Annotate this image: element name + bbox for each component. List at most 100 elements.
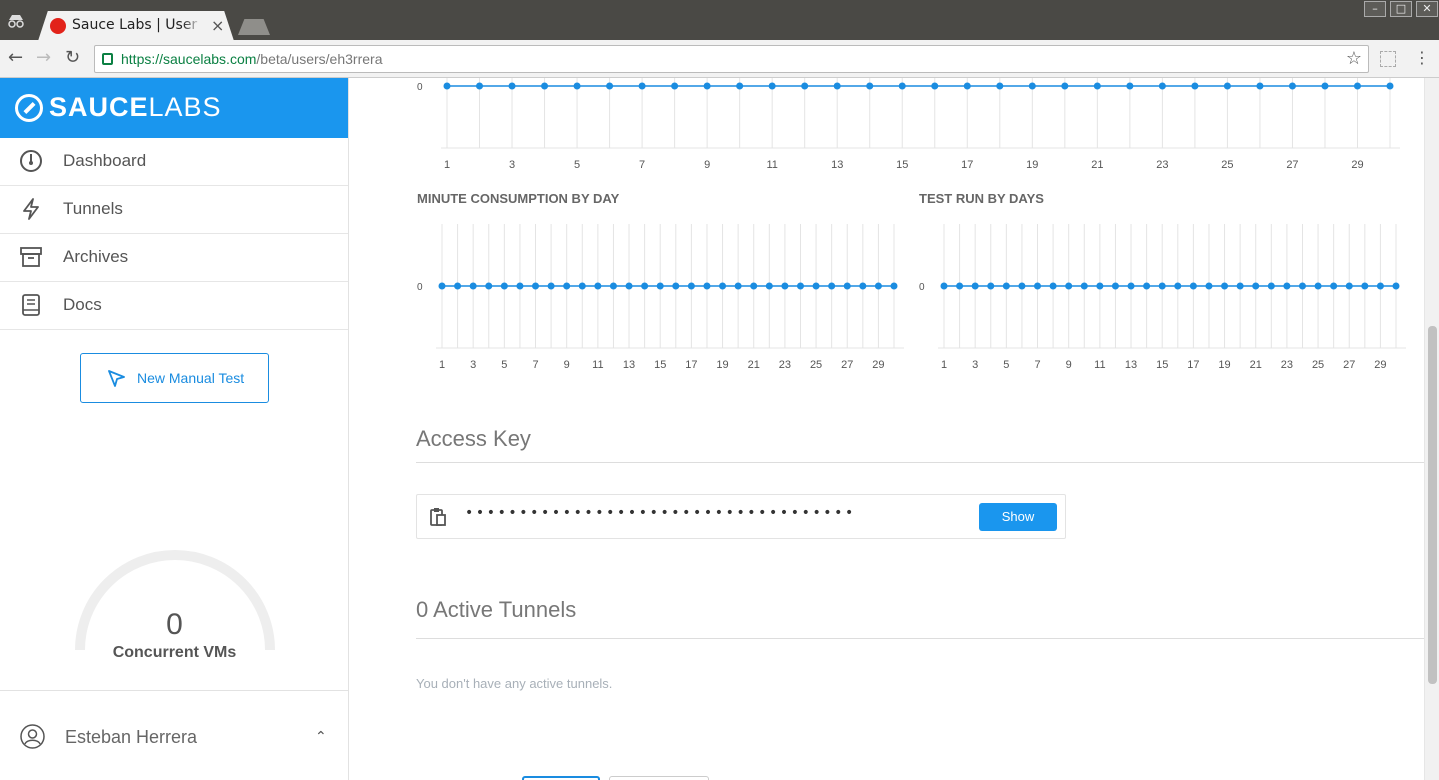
x-tick-label: 21 [748, 359, 760, 371]
url-text[interactable]: https://saucelabs.com/beta/users/eh3rrer… [121, 51, 382, 67]
data-point [1065, 282, 1073, 290]
x-tick-label: 21 [1250, 359, 1262, 371]
lightning-icon [23, 198, 39, 220]
chevron-up-icon[interactable]: ⌃ [315, 729, 327, 745]
sidebar-item-dashboard[interactable]: Dashboard [0, 138, 348, 186]
sidebar-item-tunnels[interactable]: Tunnels [0, 186, 348, 234]
close-window-button[interactable]: ✕ [1416, 1, 1438, 17]
data-point [443, 82, 451, 90]
new-manual-test-button[interactable]: New Manual Test [80, 353, 269, 403]
data-point [1049, 282, 1057, 290]
book-icon [22, 294, 40, 316]
data-point [890, 282, 898, 290]
x-tick-label: 19 [1026, 159, 1038, 171]
data-point [768, 82, 776, 90]
data-point [734, 282, 742, 290]
data-point [1345, 282, 1353, 290]
data-point [454, 282, 462, 290]
browser-toolbar: ← → ↻ https://saucelabs.com/beta/users/e… [0, 40, 1439, 78]
x-tick-label: 13 [1125, 359, 1137, 371]
archive-box-icon [20, 247, 42, 267]
data-point [532, 282, 540, 290]
tab-close-icon[interactable]: × [211, 16, 224, 35]
data-point [996, 82, 1004, 90]
bookmark-star-icon[interactable]: ☆ [1346, 48, 1362, 69]
data-point [940, 282, 948, 290]
x-tick-label: 13 [623, 359, 635, 371]
y-tick-label: 0 [417, 82, 423, 93]
scrollbar-thumb[interactable] [1428, 326, 1437, 684]
data-point [843, 282, 851, 290]
data-point [516, 282, 524, 290]
new-tab-button[interactable] [238, 19, 270, 35]
x-tick-label: 23 [1156, 159, 1168, 171]
data-point [609, 282, 617, 290]
forward-button[interactable]: → [36, 48, 51, 68]
data-point [1288, 82, 1296, 90]
x-tick-label: 1 [439, 359, 445, 371]
data-point [578, 282, 586, 290]
data-point [736, 82, 744, 90]
primary-action-button[interactable] [522, 776, 600, 780]
x-tick-label: 25 [1221, 159, 1233, 171]
data-point [547, 282, 555, 290]
data-point [1096, 282, 1104, 290]
data-point [1236, 282, 1244, 290]
data-point [1392, 282, 1400, 290]
data-point [1283, 282, 1291, 290]
clipboard-copy-icon[interactable] [429, 507, 447, 527]
data-point [801, 82, 809, 90]
data-point [1080, 282, 1088, 290]
data-point [1330, 282, 1338, 290]
sidebar: SAUCELABS Dashboard Tunnels Archives Doc… [0, 78, 349, 780]
sidebar-item-label: Tunnels [63, 199, 123, 218]
x-tick-label: 15 [1156, 359, 1168, 371]
maximize-button[interactable]: □ [1390, 1, 1412, 17]
data-point [987, 282, 995, 290]
access-key-masked: •••••••••••••••••••••••••••••••••••• [465, 505, 856, 521]
sidebar-item-label: Dashboard [63, 151, 147, 170]
minimize-button[interactable]: – [1364, 1, 1386, 17]
show-key-button[interactable]: Show [979, 503, 1057, 531]
browser-menu-icon[interactable]: ⋮ [1414, 48, 1430, 67]
brand-header[interactable]: SAUCELABS [0, 78, 348, 138]
x-tick-label: 13 [831, 159, 843, 171]
concurrent-vms-value: 0 [166, 608, 183, 641]
incognito-icon [6, 14, 28, 30]
data-point [573, 82, 581, 90]
secondary-action-button[interactable] [609, 776, 709, 780]
sidebar-item-label: Docs [63, 295, 102, 314]
data-point [796, 282, 804, 290]
x-tick-label: 3 [509, 159, 515, 171]
page-scrollbar[interactable] [1424, 78, 1439, 780]
saucelabs-logo-icon [15, 94, 43, 122]
extension-icon[interactable] [1380, 51, 1396, 67]
data-point [1314, 282, 1322, 290]
y-tick-label: 0 [919, 282, 925, 293]
data-point [1321, 82, 1329, 90]
y-tick-label: 0 [417, 282, 423, 293]
sidebar-item-docs[interactable]: Docs [0, 282, 348, 330]
x-tick-label: 17 [1187, 359, 1199, 371]
x-tick-label: 29 [872, 359, 884, 371]
data-point [703, 282, 711, 290]
data-point [874, 282, 882, 290]
reload-button[interactable]: ↻ [65, 48, 80, 68]
data-point [1221, 282, 1229, 290]
divider [416, 638, 1424, 639]
address-bar[interactable]: https://saucelabs.com/beta/users/eh3rrer… [94, 45, 1369, 73]
x-tick-label: 21 [1091, 159, 1103, 171]
data-point [606, 82, 614, 90]
x-tick-label: 19 [1218, 359, 1230, 371]
data-point [833, 82, 841, 90]
user-menu[interactable]: Esteban Herrera ⌃ [0, 690, 349, 780]
back-button[interactable]: ← [8, 48, 23, 68]
sidebar-item-archives[interactable]: Archives [0, 234, 348, 282]
tab-title[interactable]: Sauce Labs | User Dashboard [72, 17, 202, 33]
minute-consumption-chart: 01 3 5 7 9 11 13 15 17 19 21 23 25 27 29 [417, 224, 904, 371]
data-point [1126, 82, 1134, 90]
data-point [956, 282, 964, 290]
data-point [1386, 82, 1394, 90]
x-tick-label: 25 [810, 359, 822, 371]
sidebar-item-label: Archives [63, 247, 129, 266]
